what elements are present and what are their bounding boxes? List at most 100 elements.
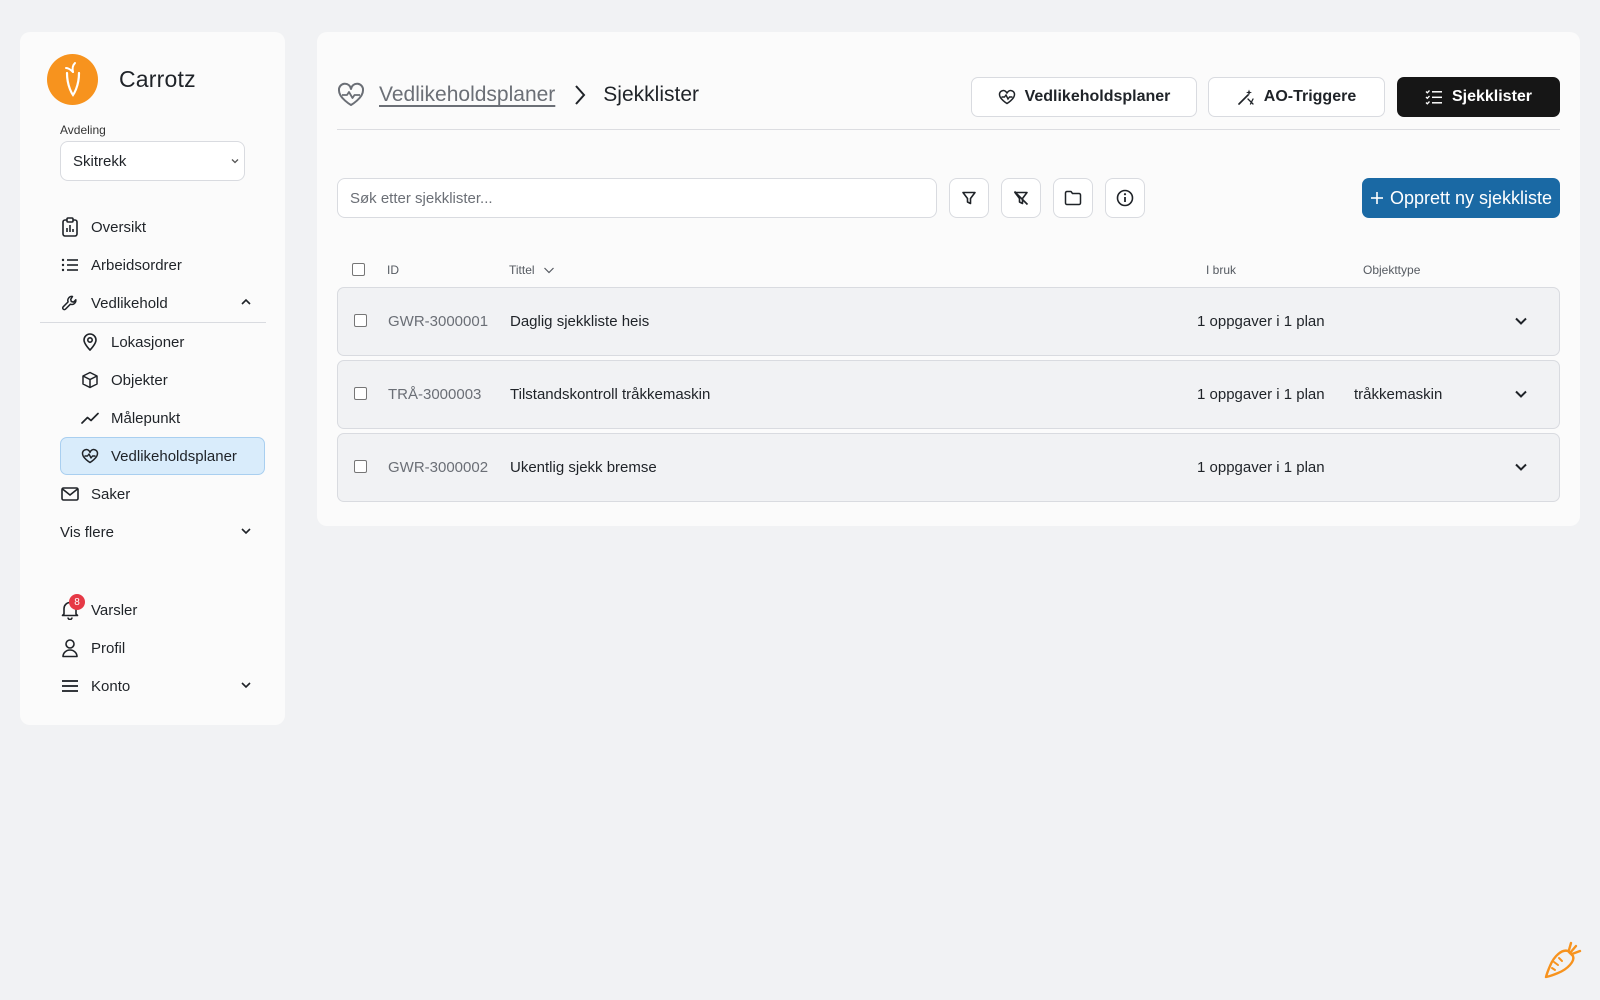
column-header-id[interactable]: ID bbox=[387, 263, 399, 277]
checklist-icon bbox=[1425, 89, 1443, 105]
column-header-object-type[interactable]: Objekttype bbox=[1363, 263, 1420, 277]
sidebar-item-label: Objekter bbox=[111, 371, 168, 389]
row-title: Ukentlig sjekk bremse bbox=[510, 459, 657, 476]
create-button-label: Opprett ny sjekkliste bbox=[1389, 187, 1553, 208]
user-icon bbox=[60, 638, 80, 658]
wand-icon bbox=[1237, 88, 1255, 106]
column-header-usage[interactable]: I bruk bbox=[1206, 263, 1236, 277]
sort-descending-icon bbox=[543, 265, 555, 275]
sidebar-item-label: Vis flere bbox=[60, 523, 114, 541]
clear-filter-button[interactable] bbox=[1001, 178, 1041, 218]
trend-line-icon bbox=[80, 408, 100, 428]
notification-badge: 8 bbox=[69, 594, 85, 610]
table-row[interactable]: GWR-3000001 Daglig sjekkliste heis 1 opp… bbox=[337, 287, 1560, 356]
header-divider bbox=[337, 129, 1560, 130]
tab-ao-triggere[interactable]: AO-Triggere bbox=[1208, 77, 1385, 117]
chevron-right-icon bbox=[573, 84, 587, 106]
sidebar-item-saker[interactable]: Saker bbox=[60, 476, 130, 512]
brand[interactable]: Carrotz bbox=[47, 54, 196, 105]
folder-icon bbox=[1064, 190, 1082, 206]
row-title: Daglig sjekkliste heis bbox=[510, 313, 650, 330]
cube-icon bbox=[80, 370, 100, 390]
info-icon bbox=[1116, 189, 1134, 207]
sidebar-item-vedlikeholdsplaner[interactable]: Vedlikeholdsplaner bbox=[60, 437, 265, 475]
chevron-down-icon bbox=[239, 678, 253, 692]
row-usage: 1 oppgaver i 1 plan bbox=[1197, 459, 1325, 476]
folder-button[interactable] bbox=[1053, 178, 1093, 218]
chevron-down-icon bbox=[239, 524, 253, 538]
sidebar-item-label: Oversikt bbox=[91, 218, 147, 236]
menu-icon bbox=[60, 676, 80, 696]
sidebar-item-label: Lokasjoner bbox=[111, 333, 185, 351]
brand-name: Carrotz bbox=[119, 66, 196, 92]
heart-pulse-icon bbox=[998, 89, 1016, 105]
clipboard-chart-icon bbox=[60, 217, 80, 237]
expand-chevron-icon[interactable] bbox=[1513, 313, 1529, 329]
row-id: GWR-3000002 bbox=[388, 459, 489, 476]
heart-pulse-icon bbox=[337, 82, 365, 108]
sidebar-item-oversikt[interactable]: Oversikt bbox=[60, 209, 146, 245]
info-button[interactable] bbox=[1105, 178, 1145, 218]
expand-chevron-icon[interactable] bbox=[1513, 386, 1529, 402]
row-id: GWR-3000001 bbox=[388, 313, 489, 330]
sidebar-item-konto[interactable]: Konto bbox=[60, 668, 265, 704]
row-usage: 1 oppgaver i 1 plan bbox=[1197, 386, 1325, 403]
table-row[interactable]: TRÅ-3000003 Tilstandskontroll tråkkemask… bbox=[337, 360, 1560, 429]
sidebar-item-objekter[interactable]: Objekter bbox=[80, 362, 168, 398]
create-checklist-button[interactable]: Opprett ny sjekkliste bbox=[1362, 178, 1560, 218]
department-select[interactable]: Skitrekk bbox=[60, 141, 245, 181]
tab-sjekklister[interactable]: Sjekklister bbox=[1397, 77, 1560, 117]
row-title: Tilstandskontroll tråkkemaskin bbox=[510, 386, 711, 403]
heart-pulse-icon bbox=[80, 446, 100, 466]
filter-icon bbox=[961, 190, 977, 206]
row-id: TRÅ-3000003 bbox=[388, 386, 482, 403]
select-all-checkbox[interactable] bbox=[352, 263, 365, 276]
sidebar-item-label: Varsler bbox=[91, 601, 138, 619]
carrot-icon[interactable] bbox=[1542, 940, 1584, 982]
column-header-title-label: Tittel bbox=[509, 263, 535, 277]
sidebar-item-label: Profil bbox=[91, 639, 126, 657]
filter-button[interactable] bbox=[949, 178, 989, 218]
sidebar-item-label: Saker bbox=[91, 485, 131, 503]
row-usage: 1 oppgaver i 1 plan bbox=[1197, 313, 1325, 330]
sidebar-item-label: Vedlikeholdsplaner bbox=[111, 447, 237, 465]
department-label: Avdeling bbox=[60, 123, 106, 137]
sidebar-item-malepunkt[interactable]: Målepunkt bbox=[80, 400, 180, 436]
sidebar-item-lokasjoner[interactable]: Lokasjoner bbox=[80, 324, 184, 360]
breadcrumb-parent-link[interactable]: Vedlikeholdsplaner bbox=[379, 83, 555, 107]
sidebar-item-label: Konto bbox=[91, 677, 131, 695]
tab-vedlikeholdsplaner[interactable]: Vedlikeholdsplaner bbox=[971, 77, 1197, 117]
row-checkbox[interactable] bbox=[354, 314, 367, 327]
filter-off-icon bbox=[1013, 190, 1029, 206]
sidebar-item-label: Vedlikehold bbox=[91, 294, 168, 312]
mail-icon bbox=[60, 484, 80, 504]
sidebar: Carrotz Avdeling Skitrekk Oversikt Arbei… bbox=[20, 32, 285, 725]
table-header: ID Tittel I bruk Objekttype bbox=[337, 260, 1560, 280]
nav-divider bbox=[40, 322, 266, 323]
map-pin-icon bbox=[80, 332, 100, 352]
wrench-icon bbox=[60, 293, 80, 313]
tab-label: Vedlikeholdsplaner bbox=[1024, 88, 1171, 105]
chevron-up-icon bbox=[239, 295, 253, 309]
sidebar-item-vedlikehold[interactable]: Vedlikehold bbox=[60, 285, 265, 321]
breadcrumb-current: Sjekklister bbox=[603, 83, 699, 106]
sidebar-item-vis-flere[interactable]: Vis flere bbox=[60, 514, 265, 550]
plus-icon bbox=[1370, 191, 1384, 205]
tab-label: AO-Triggere bbox=[1263, 88, 1357, 105]
row-checkbox[interactable] bbox=[354, 387, 367, 400]
department-value: Skitrekk bbox=[73, 152, 127, 170]
expand-chevron-icon[interactable] bbox=[1513, 459, 1529, 475]
sidebar-item-label: Arbeidsordrer bbox=[91, 256, 182, 274]
search-input[interactable] bbox=[337, 178, 937, 218]
column-header-title[interactable]: Tittel bbox=[509, 263, 555, 277]
row-object-type: tråkkemaskin bbox=[1354, 386, 1443, 403]
sidebar-item-label: Målepunkt bbox=[111, 409, 181, 427]
sidebar-item-profil[interactable]: Profil bbox=[60, 630, 125, 666]
list-icon bbox=[60, 255, 80, 275]
table-row[interactable]: GWR-3000002 Ukentlig sjekk bremse 1 oppg… bbox=[337, 433, 1560, 502]
row-checkbox[interactable] bbox=[354, 460, 367, 473]
chevron-down-icon bbox=[229, 155, 241, 167]
sidebar-item-arbeidsordrer[interactable]: Arbeidsordrer bbox=[60, 247, 182, 283]
breadcrumb: Vedlikeholdsplaner Sjekklister bbox=[337, 82, 699, 108]
carrot-logo-icon bbox=[47, 54, 98, 105]
